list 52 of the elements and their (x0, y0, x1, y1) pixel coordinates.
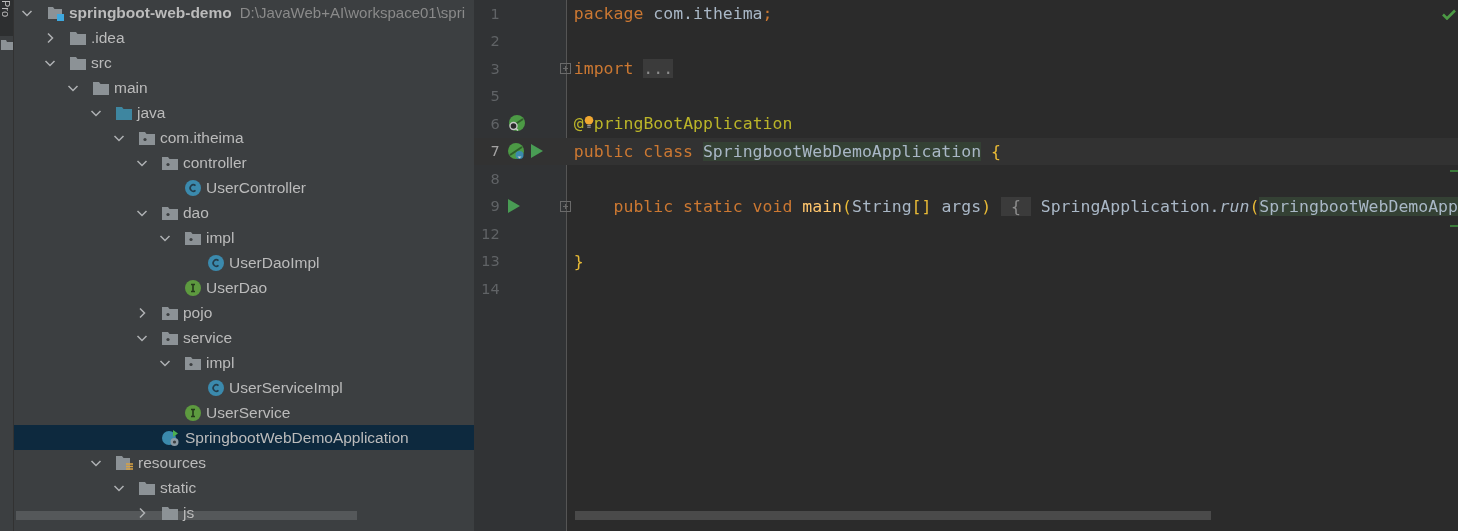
tree-item-label[interactable]: static (160, 478, 197, 497)
tree-row[interactable]: springboot-web-demo D:\JavaWeb+AI\workspace01\spri (14, 0, 474, 25)
tree-item-label[interactable]: js (183, 503, 195, 522)
tree-row[interactable]: service (14, 325, 474, 350)
tree-row[interactable]: dao (14, 200, 474, 225)
tree-item-label[interactable]: UserService (206, 403, 291, 422)
tree-item-label[interactable]: pojo (183, 303, 213, 322)
tree-row[interactable]: impl (14, 350, 474, 375)
tree-row[interactable]: impl (14, 225, 474, 250)
tree-row[interactable]: SpringbootWebDemoApplication (14, 425, 474, 450)
tree-item-label[interactable]: springboot-web-demo (69, 3, 232, 22)
tree-row[interactable]: controller (14, 150, 474, 175)
tree-item-label[interactable]: SpringbootWebDemoApplication (185, 428, 409, 447)
tree-row[interactable]: resources (14, 450, 474, 475)
line-number: 7 (489, 143, 500, 160)
module-path: D:\JavaWeb+AI\workspace01\spri (239, 4, 465, 21)
tree-row[interactable]: UserServiceImpl (14, 375, 474, 400)
code-text: package com.itheima; (573, 4, 773, 24)
tree-item-label[interactable]: java (137, 103, 166, 122)
code-text: public static void main(String[] args) { SpringApplication.run(SpringbootWebDemoApp (612, 196, 1458, 216)
code-text: public class SpringbootWebDemoApplication { (573, 141, 1001, 161)
tree-row[interactable]: com.itheima (14, 125, 474, 150)
tree-item-label[interactable]: service (183, 328, 233, 347)
tree-row[interactable]: js (14, 500, 474, 525)
tree-item-label[interactable]: src (91, 53, 112, 72)
tree-row[interactable]: .idea (14, 25, 474, 50)
code-text: @ (573, 114, 584, 134)
tree-row[interactable]: java (14, 100, 474, 125)
code-text: pringBootApplication (593, 114, 793, 134)
tree-row[interactable]: UserDaoImpl (14, 250, 474, 275)
tree-item-label[interactable]: main (114, 78, 148, 97)
code-text: } (573, 251, 584, 271)
tree-row[interactable]: UserDao (14, 275, 474, 300)
code-text: import ... (573, 59, 674, 79)
tree-item-label[interactable]: controller (183, 153, 247, 172)
tree-item-label[interactable]: impl (206, 353, 235, 372)
tree-item-label[interactable]: dao (183, 203, 209, 222)
tree-item-label[interactable]: UserDao (206, 278, 268, 297)
tree-row[interactable]: UserService (14, 400, 474, 425)
project-tool-tab[interactable]: Pro (0, 0, 13, 36)
tree-item-label[interactable]: UserController (206, 178, 306, 197)
tree-item-label[interactable]: impl (206, 228, 235, 247)
tree-item-label[interactable]: UserDaoImpl (229, 253, 320, 272)
tree-row[interactable]: src (14, 50, 474, 75)
tree-item-label[interactable]: UserServiceImpl (229, 378, 343, 397)
tree-item-label[interactable]: resources (138, 453, 207, 472)
tree-row[interactable]: UserController (14, 175, 474, 200)
tree-row[interactable]: pojo (14, 300, 474, 325)
tree-row[interactable]: main (14, 75, 474, 100)
tree-item-label[interactable]: com.itheima (160, 128, 244, 147)
tree-row[interactable]: static (14, 475, 474, 500)
tree-item-label[interactable]: .idea (91, 28, 125, 47)
